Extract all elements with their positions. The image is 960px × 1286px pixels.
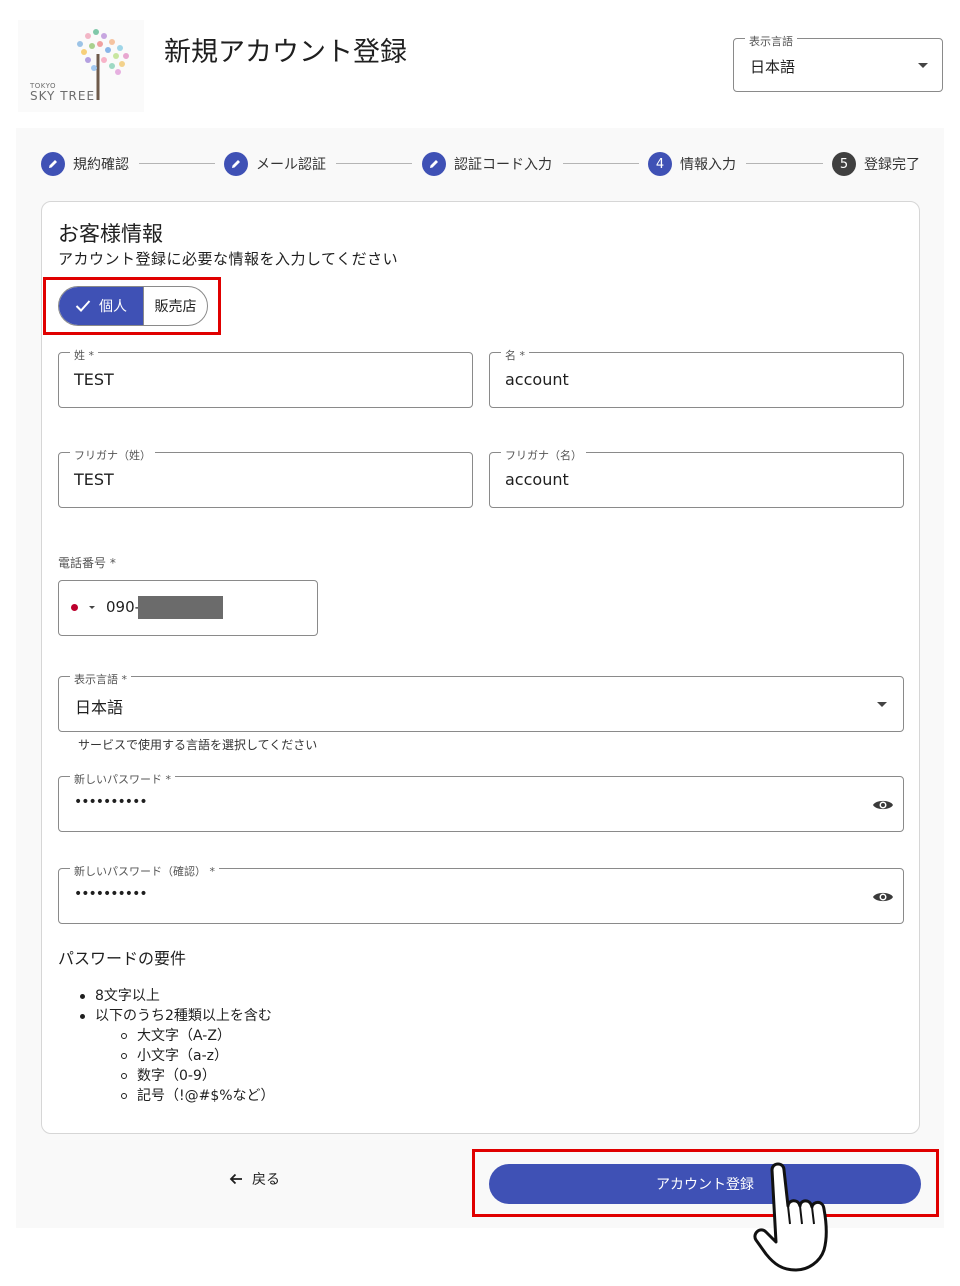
last-name-label: 姓 * (70, 347, 98, 363)
page-title: 新規アカウント登録 (164, 37, 407, 68)
step-connector (139, 163, 215, 164)
circle-bullet-icon (121, 1093, 127, 1099)
step-terms: 規約確認 (41, 152, 129, 176)
customer-type-toggle: 個人 販売店 (58, 286, 208, 326)
requirement-subtext: 記号（!@#$%など） (137, 1088, 275, 1104)
circle-bullet-icon (121, 1033, 127, 1039)
back-button[interactable]: 戻る (228, 1168, 280, 1190)
step-connector (563, 163, 639, 164)
requirement-subtext: 大文字（A-Z） (137, 1028, 231, 1044)
phone-label: 電話番号 * (58, 556, 116, 570)
step-number: 5 (832, 152, 856, 176)
new-password-label: 新しいパスワード * (70, 771, 175, 787)
step-connector (746, 163, 823, 164)
bullet-icon (80, 993, 85, 999)
display-language-label: 表示言語 * (70, 671, 131, 687)
display-language-value: 日本語 (75, 698, 124, 717)
step-code: 認証コード入力 (422, 152, 552, 176)
pencil-icon (224, 152, 248, 176)
requirement-subtext: 数字（0-9） (137, 1068, 216, 1084)
requirement-item: 以下のうち2種類以上を含む (80, 1005, 272, 1025)
arrow-left-icon (229, 1173, 242, 1185)
header-language-value: 日本語 (750, 58, 796, 76)
last-name-kana-label: フリガナ（姓） (70, 447, 155, 463)
confirm-password-label: 新しいパスワード（確認） * (70, 863, 219, 879)
japan-flag-icon[interactable] (71, 604, 78, 611)
redacted-block (138, 596, 223, 619)
check-icon (75, 300, 91, 312)
toggle-individual[interactable]: 個人 (59, 287, 143, 325)
requirement-subitem: 小文字（a-z） (121, 1045, 228, 1065)
display-language-helper: サービスで使用する言語を選択してください (78, 738, 318, 752)
pencil-icon (41, 152, 65, 176)
requirement-subitem: 記号（!@#$%など） (121, 1085, 275, 1105)
requirement-subitem: 大文字（A-Z） (121, 1025, 231, 1045)
step-connector (336, 163, 412, 164)
confirm-password-value: •••••••••• (74, 886, 148, 902)
toggle-individual-label: 個人 (99, 299, 127, 315)
circle-bullet-icon (121, 1053, 127, 1059)
create-account-button[interactable]: アカウント登録 (489, 1164, 921, 1204)
last-name-kana-value: TEST (74, 470, 114, 489)
back-label: 戻る (252, 1172, 280, 1188)
step-label: 認証コード入力 (454, 157, 552, 173)
header-language-label: 表示言語 (745, 33, 797, 49)
card-title: お客様情報 (58, 222, 163, 246)
step-number: 4 (648, 152, 672, 176)
display-language-select[interactable] (58, 676, 904, 732)
create-account-label: アカウント登録 (656, 1177, 754, 1193)
bullet-icon (80, 1013, 85, 1019)
first-name-kana-label: フリガナ（名） (501, 447, 586, 463)
chevron-down-icon (918, 63, 928, 68)
first-name-value: account (505, 370, 569, 389)
password-requirements-title: パスワードの要件 (58, 949, 187, 968)
last-name-value: TEST (74, 370, 114, 389)
chevron-down-icon (877, 702, 887, 707)
step-label: 規約確認 (73, 157, 129, 173)
requirement-subtext: 小文字（a-z） (137, 1048, 228, 1064)
step-email: メール認証 (224, 152, 326, 176)
step-label: メール認証 (256, 157, 326, 173)
toggle-retailer-label: 販売店 (154, 299, 197, 315)
first-name-label: 名 * (501, 347, 529, 363)
pencil-icon (422, 152, 446, 176)
phone-value: 090- (106, 598, 141, 616)
eye-icon[interactable] (872, 889, 894, 908)
country-caret-icon[interactable] (89, 606, 95, 609)
new-password-field[interactable] (58, 776, 904, 832)
logo-text: SKY TREE (30, 89, 96, 103)
requirement-text: 8文字以上 (95, 988, 160, 1004)
last-name-field[interactable] (58, 352, 473, 408)
card-subtitle: アカウント登録に必要な情報を入力してください (58, 250, 399, 268)
step-label: 登録完了 (864, 157, 920, 173)
new-password-value: •••••••••• (74, 794, 148, 810)
step-complete: 5 登録完了 (832, 152, 920, 176)
requirement-text: 以下のうち2種類以上を含む (95, 1008, 272, 1024)
toggle-retailer[interactable]: 販売店 (143, 287, 207, 325)
eye-icon[interactable] (872, 797, 894, 816)
step-info: 4 情報入力 (648, 152, 736, 176)
customer-info-card (41, 201, 920, 1134)
requirement-item: 8文字以上 (80, 985, 160, 1005)
first-name-kana-value: account (505, 470, 569, 489)
requirement-subitem: 数字（0-9） (121, 1065, 216, 1085)
step-label: 情報入力 (680, 157, 736, 173)
circle-bullet-icon (121, 1073, 127, 1079)
hand-pointer-icon (752, 1160, 854, 1280)
